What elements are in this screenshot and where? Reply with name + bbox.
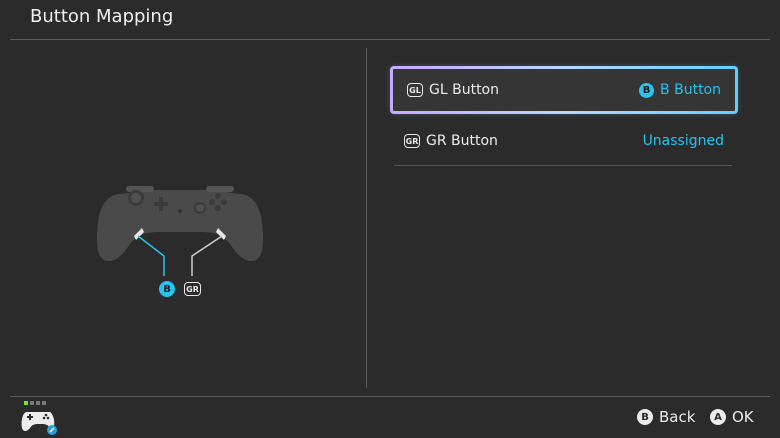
pane-divider — [366, 48, 367, 388]
ok-button[interactable]: A OK — [710, 408, 754, 426]
page-title: Button Mapping — [30, 6, 174, 27]
b-button-icon: B — [639, 82, 655, 98]
mapping-row-gl[interactable]: GL GL Button B B Button — [390, 66, 738, 114]
controller-diagram: B GR — [90, 178, 270, 308]
back-button[interactable]: B Back — [637, 408, 695, 426]
gamepad-icon — [21, 412, 57, 435]
mapping-value: Unassigned — [643, 133, 724, 149]
header-divider — [10, 39, 770, 40]
mapping-label: GL Button — [429, 82, 499, 98]
row-divider — [394, 165, 732, 166]
mapping-label: GR Button — [426, 133, 498, 149]
a-button-icon: A — [710, 409, 726, 425]
mapping-value-text: B Button — [660, 82, 721, 98]
b-button-icon: B — [637, 409, 653, 425]
mapping-list: GL GL Button B B Button GR GR Button Una… — [390, 66, 738, 166]
mapping-row-gr[interactable]: GR GR Button Unassigned — [390, 117, 738, 165]
paddle-gr-badge: GR — [184, 282, 201, 296]
controller-icon — [96, 186, 264, 276]
mapping-value: B B Button — [639, 82, 721, 98]
mapping-value-text: Unassigned — [642, 133, 724, 149]
back-label: Back — [659, 408, 696, 426]
ok-label: OK — [732, 408, 754, 426]
footer-divider — [10, 396, 770, 397]
paddle-b-badge: B — [159, 281, 175, 297]
gl-key-icon: GL — [407, 83, 423, 97]
gr-key-icon: GR — [404, 134, 420, 148]
